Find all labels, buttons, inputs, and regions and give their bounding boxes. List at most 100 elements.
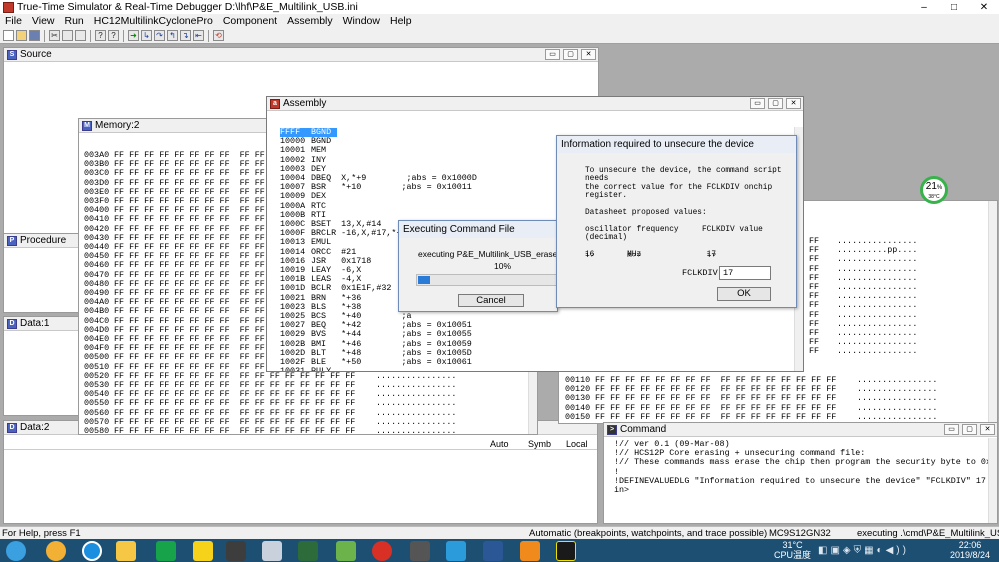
cancel-button[interactable]: Cancel: [458, 294, 524, 307]
memory-address: 00150: [565, 411, 591, 422]
menu-view[interactable]: View: [27, 15, 60, 27]
data1-window-title: Data:1: [20, 318, 50, 329]
assembly-close-button[interactable]: ✕: [786, 98, 801, 109]
assembly-maximize-button[interactable]: ▢: [768, 98, 783, 109]
cut-icon[interactable]: ✂: [49, 30, 60, 41]
command-window: > Command ▭ ▢ ✕ !// ver 0.1 (09-Mar-08) !/…: [603, 422, 998, 524]
assembly-step-icon[interactable]: ↴: [180, 30, 191, 41]
debugger-app-icon[interactable]: [556, 541, 576, 561]
command-minimize-button[interactable]: ▭: [944, 424, 959, 435]
executing-progress-fill: [418, 276, 431, 284]
fclkdiv-label: FCLKDIV:: [682, 268, 723, 278]
step-in-icon[interactable]: ↳: [141, 30, 152, 41]
photo-app-icon[interactable]: [336, 541, 356, 561]
word-app-icon[interactable]: [446, 541, 466, 561]
data1-window: D Data:1: [3, 316, 79, 416]
command-maximize-button[interactable]: ▢: [962, 424, 977, 435]
browser-icon[interactable]: [46, 541, 66, 561]
search-app-icon[interactable]: [82, 541, 102, 561]
maximize-button[interactable]: □: [939, 0, 969, 14]
data1-window-icon: D: [7, 318, 17, 329]
assembly-line[interactable]: 1002F BLE *+50 ;abs = 0x10061: [280, 357, 803, 367]
chip-tool-icon[interactable]: [226, 541, 246, 561]
file-explorer-icon[interactable]: [116, 541, 136, 561]
memory-ascii: ................: [857, 411, 938, 422]
status-mode: Automatic (breakpoints, watchpoints, and…: [529, 528, 768, 539]
context-help-icon[interactable]: ?: [108, 30, 119, 41]
memory-address: 00580: [84, 426, 110, 434]
clock-time: 22:06: [958, 540, 982, 550]
orange-app-icon[interactable]: [520, 541, 540, 561]
menu-window[interactable]: Window: [338, 15, 385, 27]
procedure-window-icon: P: [7, 235, 17, 246]
save-icon[interactable]: [29, 30, 40, 41]
help-icon[interactable]: ?: [95, 30, 106, 41]
step-over-icon[interactable]: ↷: [154, 30, 165, 41]
step-out-icon[interactable]: ↰: [167, 30, 178, 41]
menu-component[interactable]: Component: [218, 15, 282, 27]
paste-icon[interactable]: [75, 30, 86, 41]
word-doc-icon[interactable]: [483, 541, 503, 561]
cpu-percent-unit: %: [936, 185, 943, 191]
memory-row: FF................: [809, 347, 999, 356]
source-minimize-button[interactable]: ▭: [545, 49, 560, 60]
status-target: MC9S12GN32: [769, 528, 831, 539]
assembly-instruction: BSR *+10 ;abs = 0x10011: [311, 182, 472, 193]
data2-col-local[interactable]: Local: [566, 439, 588, 449]
plane-app-icon[interactable]: [298, 541, 318, 561]
start-icon[interactable]: [6, 541, 26, 561]
toolbar: ✂ ? ? ➜ ↳ ↷ ↰ ↴ ⇤ ⟲: [0, 28, 999, 44]
command-close-button[interactable]: ✕: [980, 424, 995, 435]
clock[interactable]: 22:06 2019/8/24: [950, 540, 990, 560]
chrome-icon[interactable]: [372, 541, 392, 561]
weather-temp: 31°C: [782, 540, 803, 550]
assembly-address: 10031: [280, 367, 311, 371]
source-close-button[interactable]: ✕: [581, 49, 596, 60]
source-maximize-button[interactable]: ▢: [563, 49, 578, 60]
unsecure-dialog-text: To unsecure the device, the command scri…: [585, 167, 782, 260]
menu-file[interactable]: File: [0, 15, 27, 27]
run-icon[interactable]: ➜: [128, 30, 139, 41]
video-app-icon[interactable]: [410, 541, 430, 561]
menu-assembly[interactable]: Assembly: [282, 15, 338, 27]
status-help: For Help, press F1: [2, 528, 81, 539]
source-window-icon: S: [7, 49, 17, 60]
memory2-window-title: Memory:2: [95, 120, 140, 131]
menu-help[interactable]: Help: [385, 15, 417, 27]
green-app-icon[interactable]: [156, 541, 176, 561]
menu-hc12multilink[interactable]: HC12MultilinkCyclonePro: [89, 15, 218, 27]
close-button[interactable]: ✕: [969, 0, 999, 14]
menu-run[interactable]: Run: [60, 15, 89, 27]
ok-button[interactable]: OK: [717, 287, 771, 301]
data2-window-title: Data:2: [20, 422, 50, 433]
data2-col-auto[interactable]: Auto: [490, 439, 509, 449]
command-line-2: !// These commands mass erase the chip t…: [614, 457, 997, 468]
executing-dialog-message: executing P&E_Multilink_USB_erase_: [418, 249, 558, 259]
tray-icons[interactable]: ◧▣◈⛨▦◐◀)): [818, 545, 909, 556]
fclkdiv-input[interactable]: 17: [719, 266, 771, 280]
assembly-line[interactable]: 10031PULY: [280, 367, 803, 371]
unsecure-dialog-title: Information required to unsecure the dev…: [557, 136, 796, 153]
weather-widget[interactable]: 31°C CPU温度: [774, 540, 811, 560]
calculator-icon[interactable]: [262, 541, 282, 561]
memory2-window-icon: M: [82, 120, 92, 131]
assembly-window-icon: a: [270, 98, 280, 109]
command-scrollbar[interactable]: [988, 438, 997, 523]
data2-window-icon: D: [7, 422, 17, 433]
command-window-title: Command: [620, 424, 667, 435]
data2-col-symb[interactable]: Symb: [528, 439, 551, 449]
nxp-app-icon[interactable]: [193, 541, 213, 561]
new-file-icon[interactable]: [3, 30, 14, 41]
executing-command-dialog: Executing Command File executing P&E_Mul…: [398, 220, 559, 312]
open-file-icon[interactable]: [16, 30, 27, 41]
halt-icon[interactable]: ⇤: [193, 30, 204, 41]
app-title-bar: True-Time Simulator & Real-Time Debugger…: [0, 0, 999, 14]
reset-icon[interactable]: ⟲: [213, 30, 224, 41]
memory-row: 00150 FF FF FF FF FF FF FF FF FF FF FF FF…: [565, 411, 995, 422]
copy-icon[interactable]: [62, 30, 73, 41]
minimize-button[interactable]: –: [909, 0, 939, 14]
assembly-minimize-button[interactable]: ▭: [750, 98, 765, 109]
command-prompt[interactable]: in>: [614, 485, 997, 495]
memory-right-scrollbar[interactable]: [988, 201, 997, 423]
status-exec: executing .\cmd\P&E_Multilink_USB_e: [857, 528, 999, 539]
